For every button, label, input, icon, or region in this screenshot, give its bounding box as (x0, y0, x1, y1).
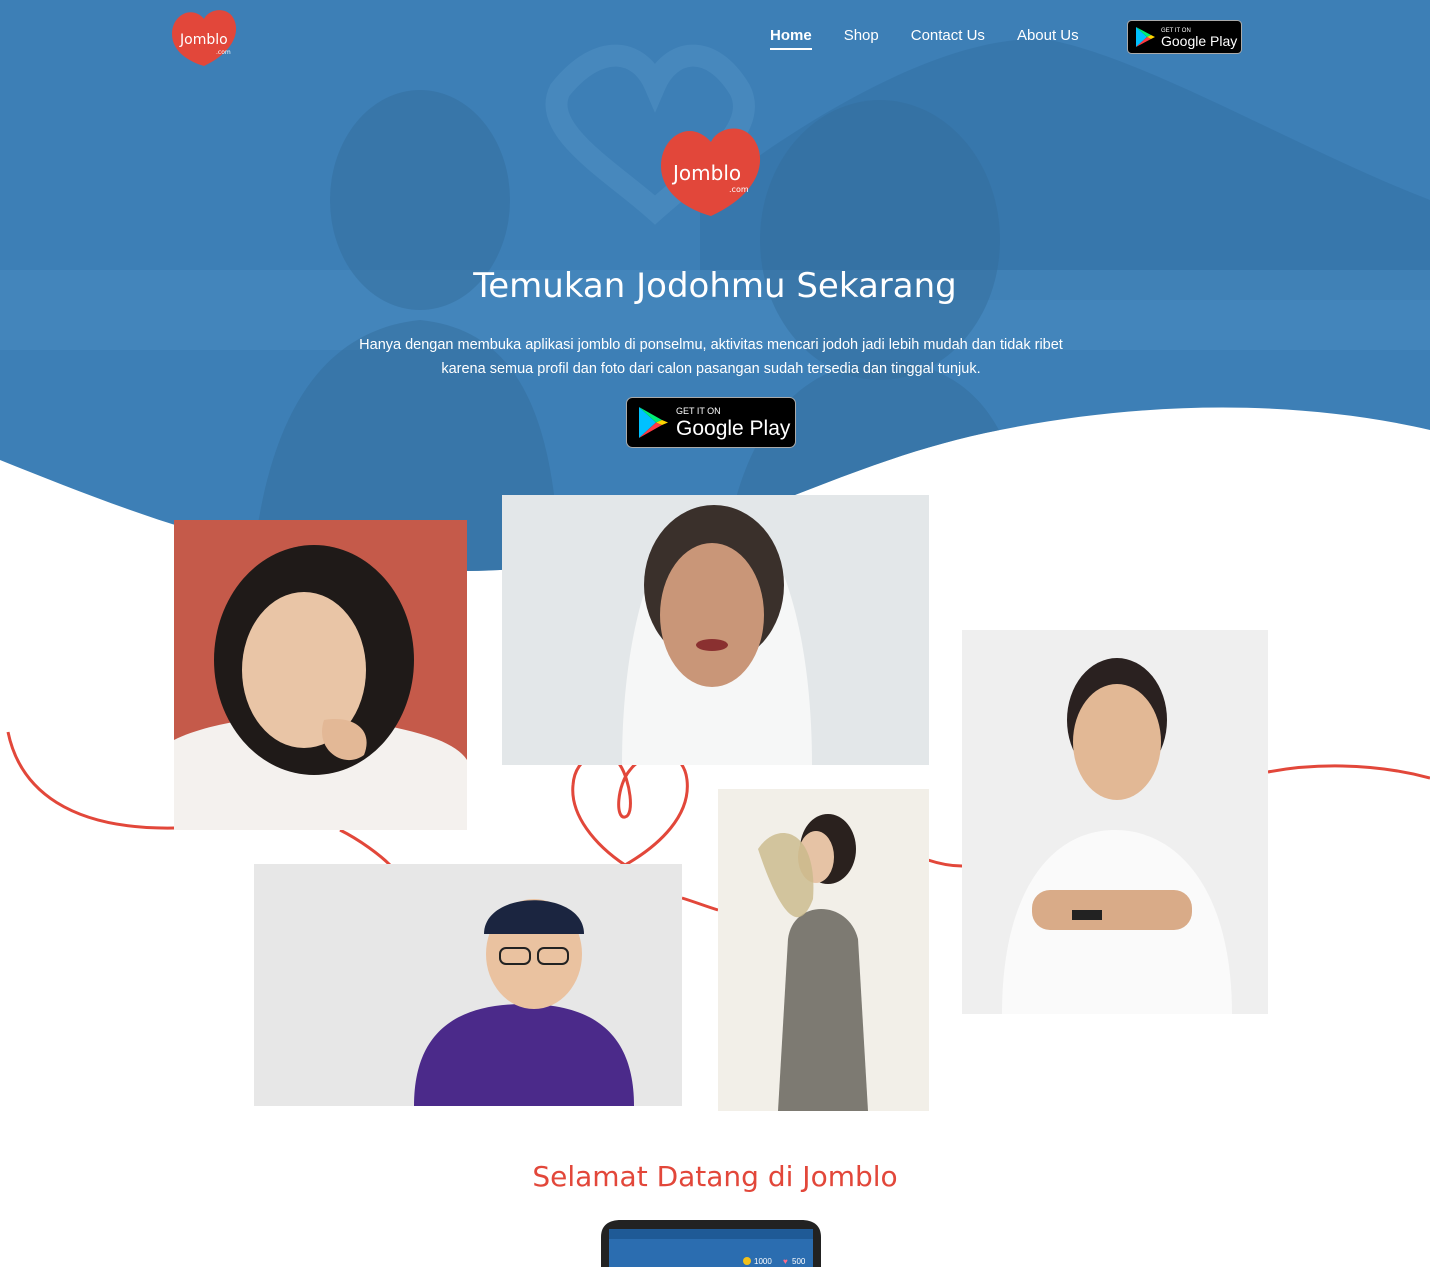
brand-logo[interactable]: Jomblo .com (168, 6, 240, 68)
play-badge-top-text: GET IT ON (676, 406, 721, 416)
profile-photo-woman-red-background (174, 520, 467, 830)
profile-photo-man-white-shirt (962, 630, 1268, 1014)
hero-title: Temukan Jodohmu Sekarang (473, 266, 957, 306)
svg-text:Jomblo: Jomblo (179, 32, 228, 48)
phone-mockup: 1000 ♥ 500 (591, 1219, 831, 1267)
play-badge-bottom-text: Google Play (676, 417, 791, 440)
google-play-badge-nav[interactable]: GET IT ON Google Play (1127, 20, 1242, 54)
svg-text:.com: .com (729, 185, 749, 194)
coins-count: 1000 (754, 1257, 772, 1266)
welcome-title: Selamat Datang di Jomblo (532, 1160, 898, 1193)
google-play-badge-hero[interactable]: GET IT ON Google Play (626, 397, 796, 448)
profile-photo-woman-white-hood (502, 495, 929, 765)
svg-text:Jomblo: Jomblo (671, 161, 741, 185)
play-badge-bottom-text: Google Play (1161, 33, 1237, 49)
top-navbar: Jomblo .com Home Shop Contact Us About U… (0, 0, 1430, 80)
nav-item-home[interactable]: Home (770, 27, 812, 50)
profile-photo-woman-flowers (718, 789, 929, 1111)
nav-item-shop[interactable]: Shop (844, 27, 879, 50)
profile-photo-man-cap (254, 864, 682, 1106)
hero-logo: Jomblo .com (655, 122, 767, 218)
hero-description: Hanya dengan membuka aplikasi jomblo di … (359, 337, 1063, 377)
nav-menu: Home Shop Contact Us About Us (770, 27, 1111, 50)
hearts-count: 500 (792, 1257, 806, 1266)
nav-item-about-us[interactable]: About Us (1017, 27, 1079, 50)
svg-text:.com: .com (216, 49, 231, 56)
nav-item-contact-us[interactable]: Contact Us (911, 27, 985, 50)
svg-text:♥: ♥ (783, 1257, 788, 1266)
